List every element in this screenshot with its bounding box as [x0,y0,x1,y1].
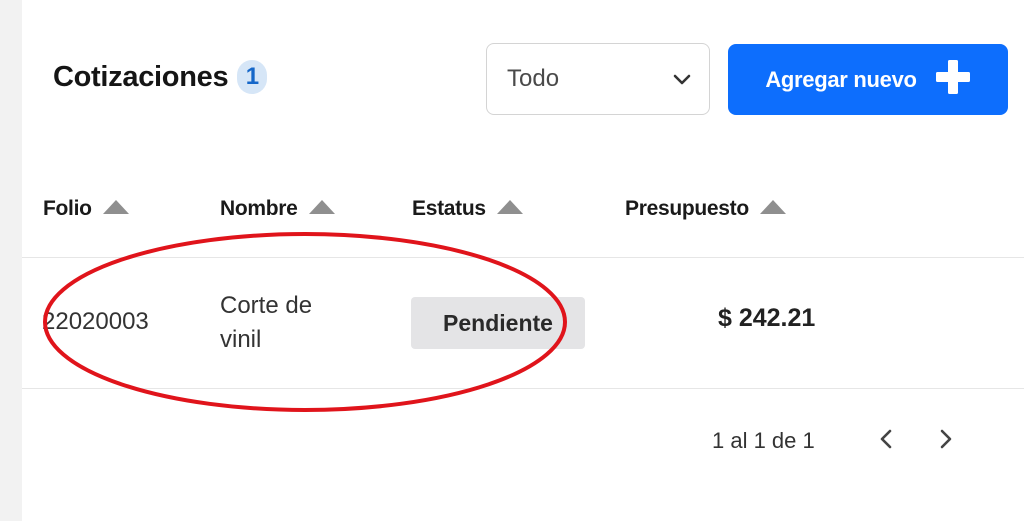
page-title-text: Cotizaciones [53,60,229,93]
column-header-estatus[interactable]: Estatus [412,197,524,221]
column-label: Estatus [412,197,486,220]
pagination-info: 1 al 1 de 1 [712,428,815,453]
chevron-left-icon [879,429,893,454]
previous-page-button[interactable] [872,424,900,458]
sort-up-icon [759,197,787,221]
plus-icon [935,59,971,101]
table-row[interactable]: 22020003 Corte de vinil Pendiente $ 242.… [22,258,1024,389]
cell-presupuesto: $ 242.21 [718,304,816,332]
chevron-down-icon [673,65,691,93]
cell-nombre-line1: Corte de [220,292,313,319]
status-filter-select[interactable]: Todo [486,43,710,115]
page-title: Cotizaciones 1 [53,60,268,94]
column-label: Folio [43,197,92,220]
sort-up-icon [102,197,130,221]
add-new-button-label: Agregar nuevo [765,66,917,92]
column-label: Presupuesto [625,197,749,220]
sort-up-icon [308,197,336,221]
column-label: Nombre [220,197,298,220]
filter-selected-value: Todo [507,65,560,92]
sort-up-icon [496,197,524,221]
status-badge: Pendiente [411,297,585,349]
column-header-folio[interactable]: Folio [43,197,130,221]
next-page-button[interactable] [932,424,960,458]
column-header-nombre[interactable]: Nombre [220,197,336,221]
cell-folio: 22020003 [42,308,149,335]
add-new-button[interactable]: Agregar nuevo [728,44,1008,115]
chevron-right-icon [939,429,953,454]
cell-nombre-line2: vinil [220,326,262,353]
column-header-presupuesto[interactable]: Presupuesto [625,197,787,221]
cell-nombre: Corte de vinil [220,289,312,357]
count-badge: 1 [237,60,268,94]
left-edge-panel [0,0,22,521]
table-header: Folio Nombre Estatus Presupuesto [22,185,1024,258]
